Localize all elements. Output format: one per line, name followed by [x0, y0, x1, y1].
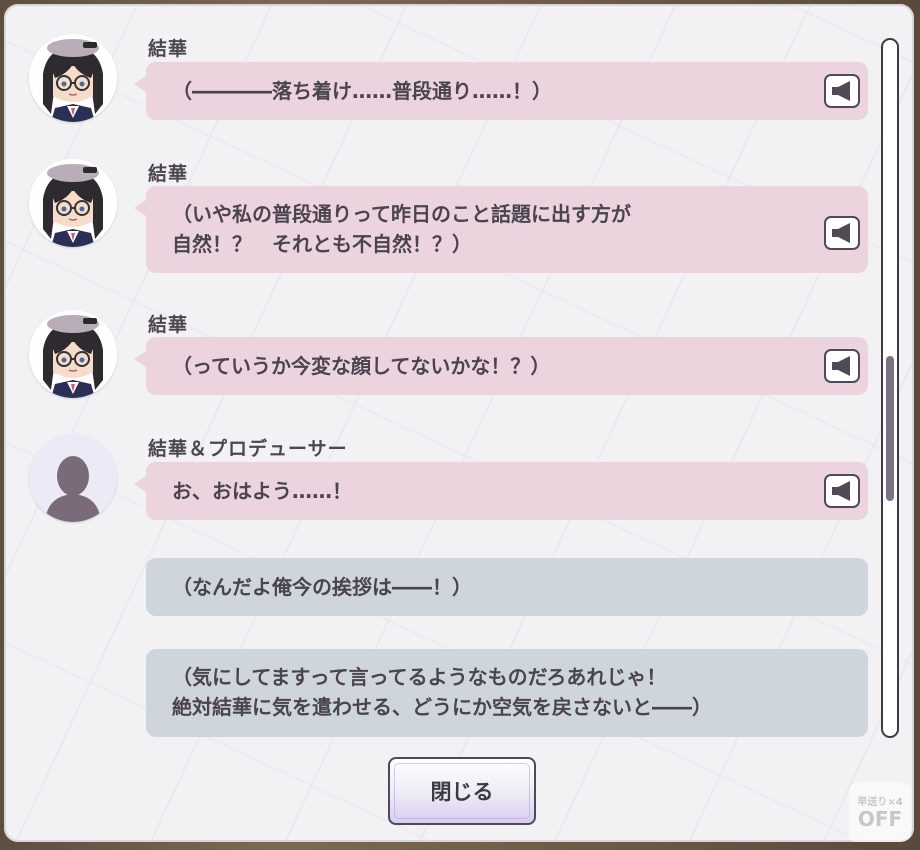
dialogue-bubble: （――――落ち着け……普段通り……！）	[134, 62, 868, 120]
dialogue-bubble: （いや私の普段通りって昨日のこと話題に出す方が 自然！？ それとも不自然！？）	[134, 186, 868, 273]
voice-replay-button[interactable]	[824, 216, 860, 250]
character-avatar	[29, 159, 117, 247]
voice-replay-button[interactable]	[824, 349, 860, 383]
character-avatar	[29, 310, 117, 398]
character-avatar	[29, 434, 117, 522]
narration-bubble: （気にしてますって言ってるようなものだろあれじゃ！ 絶対結華に気を遣わせる、どう…	[146, 649, 868, 737]
speaker-name: 結華	[148, 314, 189, 336]
dialogue-line: （いや私の普段通りって昨日のこと話題に出す方が	[172, 202, 631, 226]
dialogue-line: （――――落ち着け……普段通り……！）	[172, 79, 552, 103]
speaker-name: 結華	[148, 38, 189, 60]
log-scrollbar[interactable]	[881, 38, 899, 738]
dialogue-line: お、おはよう……！	[172, 479, 352, 503]
yuika-portrait-icon	[29, 310, 117, 398]
fast-forward-label: 早送り×4	[857, 797, 903, 808]
narration-bubble: （なんだよ俺今の挨拶は――！）	[146, 558, 868, 616]
yuika-portrait-icon	[29, 34, 117, 122]
character-avatar	[29, 34, 117, 122]
voice-replay-button[interactable]	[824, 474, 860, 508]
close-button-label: 閉じる	[430, 780, 494, 804]
speaker-name: 結華	[148, 163, 189, 185]
dialogue-line: （っていうか今変な顔してないかな！？）	[172, 354, 551, 378]
fast-forward-state: OFF	[857, 807, 903, 831]
voice-replay-button[interactable]	[824, 74, 860, 108]
speaker-name: 結華＆プロデューサー	[148, 438, 348, 460]
speaker-icon	[832, 223, 850, 243]
fast-forward-badge[interactable]: 早送り×4 OFF	[849, 782, 911, 842]
narration-line: （気にしてますって言ってるようなものだろあれじゃ！	[172, 665, 667, 689]
dialogue-bubble: （っていうか今変な顔してないかな！？）	[134, 337, 868, 395]
narration-line: （なんだよ俺今の挨拶は――！）	[172, 575, 472, 599]
backlog-panel: 結華 （――――落ち着け……普段通り……！） 結華 （いや私の普段通りって昨日の…	[4, 4, 914, 842]
speaker-icon	[832, 81, 850, 101]
dialogue-line: 自然！？ それとも不自然！？）	[172, 232, 472, 256]
yuika-portrait-icon	[29, 159, 117, 247]
narration-line: 絶対結華に気を遣わせる、どうにか空気を戻さないと――）	[172, 695, 712, 719]
speaker-icon	[832, 481, 850, 501]
speaker-icon	[832, 356, 850, 376]
dialogue-bubble: お、おはよう……！	[134, 462, 868, 520]
close-button[interactable]: 閉じる	[388, 757, 536, 825]
scrollbar-thumb[interactable]	[886, 356, 894, 501]
silhouette-icon	[29, 434, 117, 522]
